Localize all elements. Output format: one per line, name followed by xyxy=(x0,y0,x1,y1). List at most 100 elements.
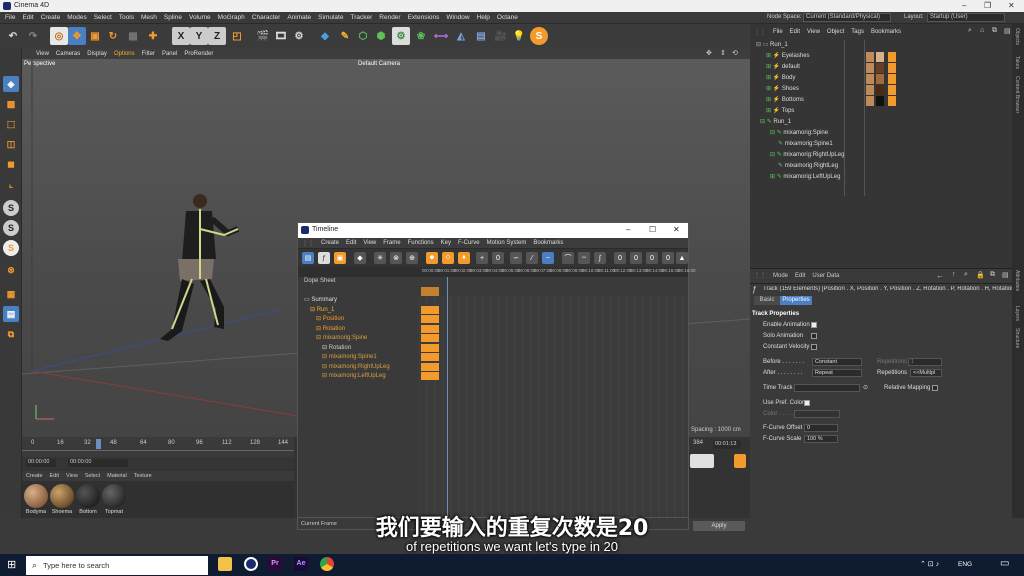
menu-animate[interactable]: Animate xyxy=(287,14,311,21)
notification-icon[interactable]: ▭ xyxy=(1000,558,1009,569)
object-row[interactable]: ✎ mixamorig:RightLeg xyxy=(778,161,1024,171)
tag-row[interactable] xyxy=(866,74,908,84)
timeline-menu-view[interactable]: View xyxy=(363,240,376,246)
menu-select[interactable]: Select xyxy=(94,14,112,21)
am-menu-user-data[interactable]: User Data xyxy=(812,273,839,279)
timeline-menu-frame[interactable]: Frame xyxy=(383,240,400,246)
snap-keys-icon[interactable]: ✳ xyxy=(374,252,386,264)
menu-mograph[interactable]: MoGraph xyxy=(218,14,245,21)
fcurve-mode-icon[interactable]: ƒ xyxy=(318,252,330,264)
track-row[interactable]: ▭ Summary xyxy=(304,296,337,305)
rotate-icon[interactable]: ↻ xyxy=(104,27,122,45)
playhead-marker[interactable] xyxy=(96,439,101,449)
timeline-menu-create[interactable]: Create xyxy=(321,240,339,246)
tag-row[interactable] xyxy=(866,96,908,106)
object-row[interactable]: ⊟ ▭ Run_1 xyxy=(756,40,1006,50)
magnet-icon[interactable]: ⊗ xyxy=(3,262,19,278)
premiere-icon[interactable]: Pr xyxy=(268,557,282,571)
viewport-menu-panel[interactable]: Panel xyxy=(162,51,177,57)
light-icon[interactable]: 💡 xyxy=(510,27,528,45)
side-tab-layers[interactable]: Layers xyxy=(1014,306,1020,321)
relative-mapping-checkbox[interactable] xyxy=(932,385,938,391)
ease-both-icon[interactable]: ∫ xyxy=(594,252,606,264)
last-tool-icon[interactable]: ▦ xyxy=(124,27,142,45)
time-track-field[interactable] xyxy=(794,384,860,392)
after-select[interactable]: Repeat xyxy=(812,369,862,377)
mograph-icon[interactable]: ❀ xyxy=(412,27,430,45)
time-ruler[interactable]: 0 16 32 48 64 80 96 112 128 144 xyxy=(22,437,294,457)
menu-spline[interactable]: Spline xyxy=(164,14,182,21)
dope-sheet-mode-icon[interactable]: ▤ xyxy=(302,252,314,264)
menu-volume[interactable]: Volume xyxy=(189,14,211,21)
am-menu-edit[interactable]: Edit xyxy=(795,273,805,279)
delete-key-icon[interactable]: ⬦ xyxy=(442,252,454,264)
deformer-icon[interactable]: ⟷ xyxy=(432,27,450,45)
tag-row[interactable] xyxy=(866,63,908,73)
viewport-rotate-icon[interactable]: ⟲ xyxy=(732,49,738,57)
texture-mode-icon[interactable]: ▩ xyxy=(3,96,19,112)
material-menu-material[interactable]: Material xyxy=(107,473,127,479)
zero-length-icon[interactable]: 0 xyxy=(614,252,626,264)
play-controls[interactable] xyxy=(690,454,714,468)
timeline-menu-motion-system[interactable]: Motion System xyxy=(487,240,527,246)
track-key-block[interactable] xyxy=(421,305,439,314)
y-axis-toggle[interactable]: Y xyxy=(190,27,208,45)
character-figure[interactable] xyxy=(142,189,242,349)
om-filter-icon[interactable]: ▤ xyxy=(1004,27,1011,35)
side-tab-takes[interactable]: Takes xyxy=(1014,56,1020,69)
om-menu-edit[interactable]: Edit xyxy=(790,29,800,35)
zero-icon[interactable]: 0 xyxy=(492,252,504,264)
node-space-select[interactable]: Current (Standard/Physical) xyxy=(803,13,891,22)
track-row[interactable]: ⊟ mixamorig:RightUpLeg xyxy=(322,363,390,372)
curve-step-icon[interactable]: ∽ xyxy=(510,252,522,264)
menu-window[interactable]: Window xyxy=(446,14,469,21)
object-row[interactable]: ⊟ ✎ mixamorig:Spine xyxy=(770,128,1020,138)
curve-spline-icon[interactable]: ~ xyxy=(542,252,554,264)
axis-mode-icon[interactable]: ⌞ xyxy=(3,176,19,192)
timeline-menu-functions[interactable]: Functions xyxy=(408,240,434,246)
points-mode-icon[interactable]: ⬚ xyxy=(3,116,19,132)
timeline-minimize-button[interactable]: – xyxy=(626,225,630,234)
file-explorer-icon[interactable] xyxy=(218,557,232,571)
material-swatch[interactable] xyxy=(24,484,48,508)
material-swatch[interactable] xyxy=(50,484,74,508)
track-key-block[interactable] xyxy=(421,334,439,342)
material-menu-view[interactable]: View xyxy=(66,473,78,479)
field-icon[interactable]: ◭ xyxy=(452,27,470,45)
current-time-field[interactable]: 00:00:00 xyxy=(68,459,128,467)
viewport-menu-display[interactable]: Display xyxy=(87,51,107,57)
tab-basic[interactable]: Basic xyxy=(754,296,780,305)
track-row[interactable]: ⊟ Position xyxy=(316,315,344,324)
track-row[interactable]: ⊟ mixamorig:Spine1 xyxy=(322,353,377,362)
menu-tools[interactable]: Tools xyxy=(119,14,134,21)
fcurve-scale-input[interactable]: 100 % xyxy=(804,435,838,443)
tab-properties[interactable]: Properties xyxy=(780,296,812,305)
enable-animation-checkbox[interactable] xyxy=(811,322,817,328)
octane-object-icon[interactable]: S xyxy=(3,220,19,236)
menu-file[interactable]: File xyxy=(5,14,15,21)
menu-mesh[interactable]: Mesh xyxy=(141,14,157,21)
frame-time-field[interactable]: 00:01:13 xyxy=(713,440,741,449)
timeline-menu-edit[interactable]: Edit xyxy=(346,240,356,246)
redo-icon[interactable]: ↷ xyxy=(24,27,42,45)
taskbar-search-box[interactable]: ⌕ Type here to search xyxy=(26,556,208,575)
subdivision-icon[interactable]: ⬡ xyxy=(354,27,372,45)
material-menu-edit[interactable]: Edit xyxy=(50,473,59,479)
move-icon[interactable]: ✥ xyxy=(68,27,86,45)
pick-icon[interactable]: ⊙ xyxy=(863,384,868,391)
lock-tangent-icon[interactable]: 0 xyxy=(662,252,674,264)
side-tab-structure[interactable]: Structure xyxy=(1014,328,1020,348)
model-mode-icon[interactable]: ◈ xyxy=(3,76,19,92)
om-menu-file[interactable]: File xyxy=(773,29,783,35)
track-key-block[interactable] xyxy=(421,343,439,352)
track-row[interactable]: ⊟ Rotation xyxy=(316,325,345,334)
timeline-menu-fcurve[interactable]: F-Curve xyxy=(458,240,480,246)
track-key-block[interactable] xyxy=(421,315,439,323)
menu-help[interactable]: Help xyxy=(477,14,490,21)
language-indicator[interactable]: ENG xyxy=(958,561,972,568)
cube-icon[interactable]: ◆ xyxy=(316,27,334,45)
up-arrow-icon[interactable]: ↑ xyxy=(952,271,956,278)
viewport-menu-cameras[interactable]: Cameras xyxy=(56,51,80,57)
key-interp-icon[interactable]: ⬧ xyxy=(458,252,470,264)
live-selection-icon[interactable]: ◎ xyxy=(50,27,68,45)
